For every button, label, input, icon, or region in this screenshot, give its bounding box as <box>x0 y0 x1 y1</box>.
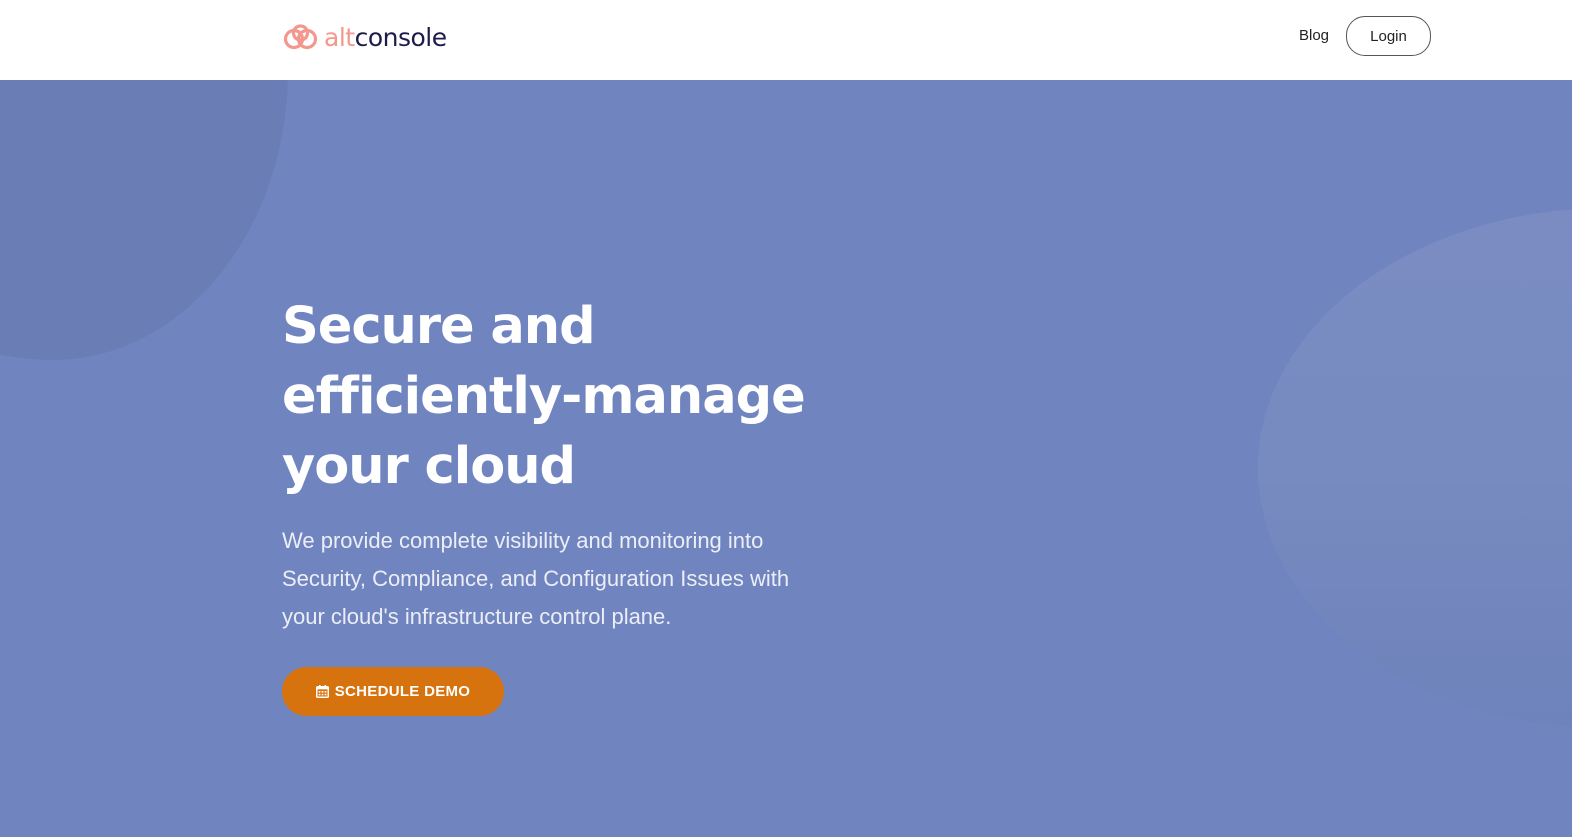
hero-title: Secure and efficiently-manage your cloud <box>282 297 806 496</box>
schedule-demo-button[interactable]: SCHEDULE DEMO <box>282 667 504 716</box>
site-header: altconsole Blog Login <box>0 0 1572 80</box>
logo-wordmark: altconsole <box>324 23 447 53</box>
calendar-icon <box>315 685 329 698</box>
hero-section: Secure and efficiently-manage your cloud… <box>0 80 1572 837</box>
logo-text-console: console <box>354 23 448 52</box>
schedule-demo-label: SCHEDULE DEMO <box>334 683 471 700</box>
login-button[interactable]: Login <box>1346 16 1431 56</box>
hero-description: We provide complete visibility and monit… <box>282 528 790 629</box>
decorative-blob-left <box>0 80 288 360</box>
logo-icon <box>283 24 318 50</box>
site-logo[interactable]: altconsole <box>282 22 447 54</box>
nav-link-blog[interactable]: Blog <box>1299 26 1329 46</box>
decorative-blob-right <box>1258 208 1572 728</box>
page: altconsole Blog Login Secure and efficie… <box>0 0 1572 837</box>
logo-text-alt: alt <box>324 23 355 52</box>
